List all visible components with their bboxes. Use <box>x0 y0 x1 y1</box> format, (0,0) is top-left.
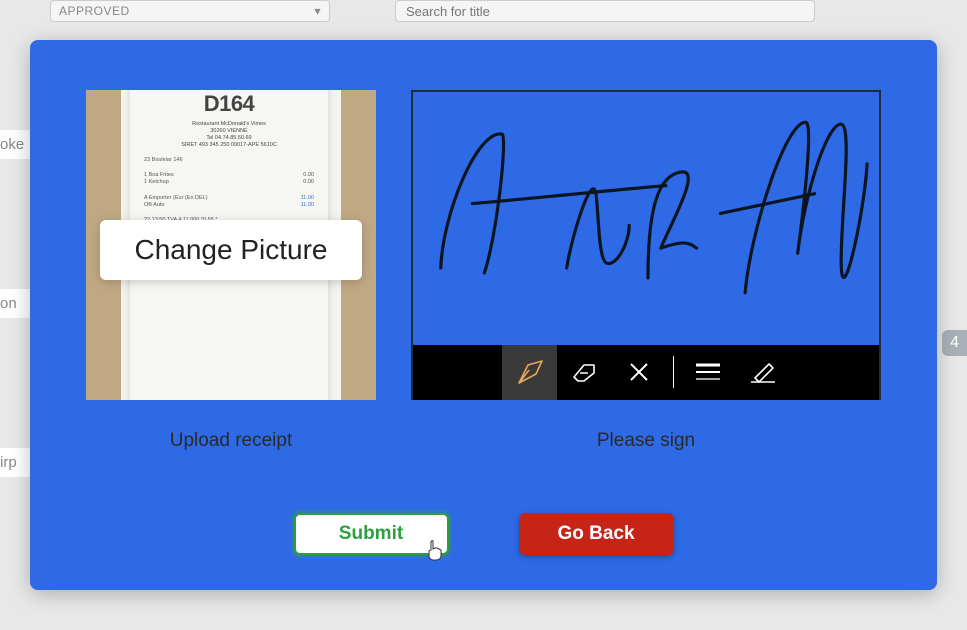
chevron-down-icon: ▾ <box>314 4 321 18</box>
count-badge: 4 <box>942 330 967 356</box>
upload-receipt-panel: D164 Restaurant McDonald's Vimes 30260 V… <box>86 90 376 479</box>
sign-label: Please sign <box>597 430 695 452</box>
upload-label: Upload receipt <box>170 430 293 452</box>
cursor-pointer-icon <box>426 539 444 561</box>
submit-button[interactable]: Submit <box>294 513 449 555</box>
receipt-sign-modal: D164 Restaurant McDonald's Vimes 30260 V… <box>30 40 937 590</box>
signature-toolbar <box>413 345 879 400</box>
pencil-box-icon <box>749 360 777 384</box>
modal-button-row: Submit Go Back <box>80 513 887 555</box>
signature-box <box>411 90 881 400</box>
line-weight-button[interactable] <box>680 345 735 400</box>
lines-icon <box>694 362 722 382</box>
search-input[interactable] <box>395 0 815 22</box>
eraser-tool-button[interactable] <box>557 345 612 400</box>
toolbar-separator <box>673 356 675 388</box>
x-icon <box>628 361 650 383</box>
receipt-code: D164 <box>140 90 318 119</box>
signature-panel: Please sign <box>411 90 881 479</box>
change-picture-button[interactable]: Change Picture <box>100 220 362 280</box>
go-back-button[interactable]: Go Back <box>519 513 674 555</box>
pen-nib-icon <box>514 359 544 385</box>
status-filter-select[interactable]: APPROVED ▾ <box>50 0 330 22</box>
status-filter-value: APPROVED <box>59 4 130 18</box>
pen-tool-button[interactable] <box>502 345 557 400</box>
signature-stroke <box>413 92 879 345</box>
clear-button[interactable] <box>612 345 667 400</box>
edit-button[interactable] <box>735 345 790 400</box>
receipt-image: D164 Restaurant McDonald's Vimes 30260 V… <box>86 90 376 400</box>
signature-canvas[interactable] <box>413 92 879 345</box>
eraser-icon <box>570 361 598 383</box>
